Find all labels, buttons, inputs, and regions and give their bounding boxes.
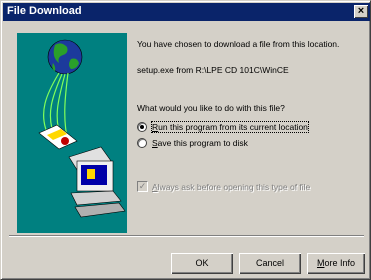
question-text: What would you like to do with this file…	[137, 103, 285, 113]
cancel-button[interactable]: Cancel	[239, 253, 301, 274]
more-info-text: ore Info	[324, 258, 356, 268]
globe-icon	[47, 39, 83, 75]
download-illustration	[17, 33, 127, 233]
run-program-radio[interactable]	[137, 122, 147, 132]
run-program-label-text: un this program from its current locatio…	[158, 122, 308, 132]
close-button[interactable]: ×	[354, 5, 368, 18]
run-program-label[interactable]: Run this program from its current locati…	[151, 121, 309, 133]
more-info-button[interactable]: More Info	[307, 253, 365, 274]
window-title: File Download	[7, 5, 82, 17]
file-download-dialog: File Download × You have chosen to downl…	[0, 0, 371, 280]
intro-text: You have chosen to download a file from …	[137, 39, 340, 49]
save-program-radio[interactable]	[137, 138, 147, 148]
file-source-text: setup.exe from R:\LPE CD 101C\WinCE	[137, 65, 289, 75]
save-program-label-text: ave this program to disk	[157, 138, 248, 148]
title-bar[interactable]: File Download ×	[3, 3, 370, 21]
button-separator	[9, 235, 364, 237]
radio-selected-dot	[140, 125, 144, 129]
always-ask-label: Always ask before opening this type of f…	[152, 182, 310, 192]
always-ask-label-text: lways ask before opening this type of fi…	[157, 182, 311, 192]
always-ask-checkbox[interactable]: ✓	[137, 181, 148, 192]
save-program-label[interactable]: Save this program to disk	[152, 138, 248, 148]
ok-button[interactable]: OK	[171, 253, 233, 274]
